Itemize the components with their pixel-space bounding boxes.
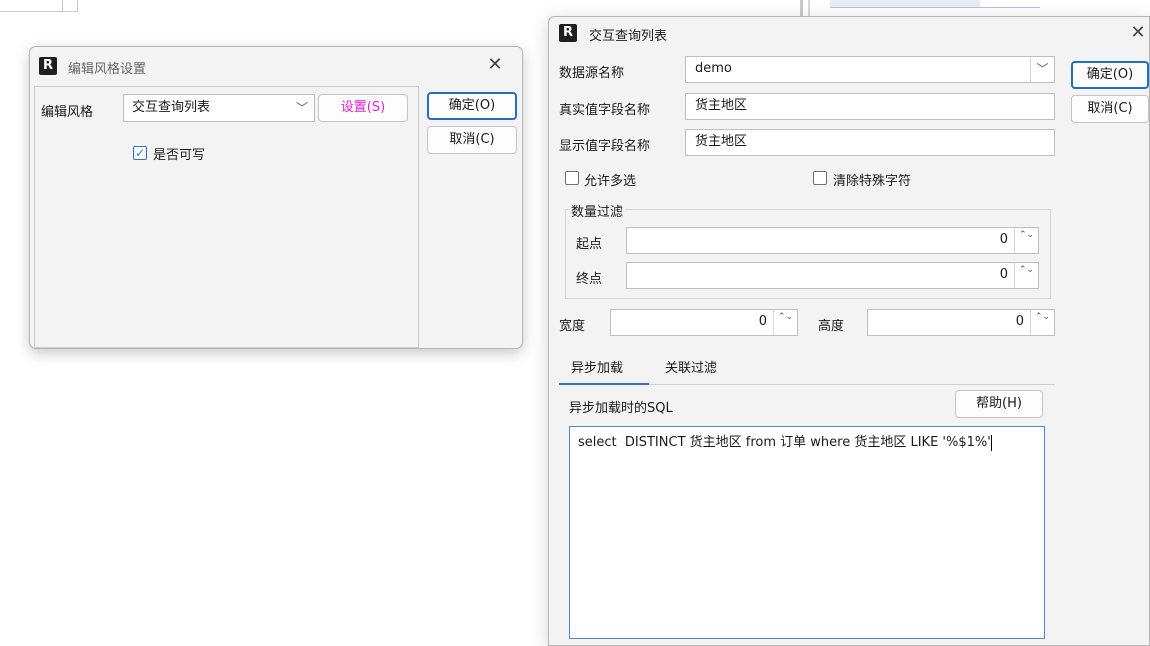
chevron-down-icon: ﹀ <box>295 101 308 115</box>
background-table-cell <box>0 0 78 12</box>
width-value: 0 <box>758 314 767 329</box>
height-label: 高度 <box>818 319 845 334</box>
end-spinbox[interactable]: 0 ⌃⌄ <box>626 262 1039 289</box>
allow-multi-label: 允许多选 <box>584 174 637 189</box>
datasource-value: demo <box>695 61 732 76</box>
display-field-input[interactable]: 货主地区 <box>685 129 1055 156</box>
datasource-select[interactable]: demo ﹀ <box>685 56 1055 83</box>
tab-related-filter[interactable]: 关联过滤 <box>665 357 717 376</box>
close-icon[interactable]: ✕ <box>1126 22 1150 46</box>
style-label: 编辑风格 <box>41 105 94 120</box>
quantity-filter-label: 数量过滤 <box>569 201 626 220</box>
edit-style-dialog: R 编辑风格设置 ✕ 编辑风格 交互查询列表 ﹀ 设置(S) ✓ 是否可写 确定… <box>29 46 523 349</box>
end-label: 终点 <box>576 272 603 287</box>
spin-arrows-icon[interactable]: ⌃⌄ <box>1014 228 1038 253</box>
background-property-cell <box>830 0 980 8</box>
display-field-label: 显示值字段名称 <box>559 139 651 154</box>
query-list-dialog: R 交互查询列表 ✕ 数据源名称 demo ﹀ 真实值字段名称 货主地区 显示值… <box>548 16 1150 646</box>
cancel-button[interactable]: 取消(C) <box>427 126 517 154</box>
width-spinbox[interactable]: 0 ⌃⌄ <box>610 309 798 336</box>
spin-arrows-icon[interactable]: ⌃⌄ <box>773 310 797 335</box>
real-field-label: 真实值字段名称 <box>559 103 651 118</box>
settings-button[interactable]: 设置(S) <box>318 94 408 122</box>
help-button-label: 帮助(H) <box>976 396 1022 411</box>
dialog-title: 编辑风格设置 <box>68 62 147 77</box>
background-divider <box>800 0 803 16</box>
chevron-down-icon: ﹀ <box>1030 57 1054 82</box>
tab-async-load[interactable]: 异步加载 <box>571 357 623 376</box>
ok-button[interactable]: 确定(O) <box>1071 61 1149 89</box>
background-property-value <box>980 0 1040 8</box>
spin-arrows-icon[interactable]: ⌃⌄ <box>1014 263 1038 288</box>
sql-label: 异步加载时的SQL <box>569 401 673 416</box>
style-select-value: 交互查询列表 <box>132 100 211 115</box>
start-value: 0 <box>999 232 1008 247</box>
height-value: 0 <box>1015 314 1024 329</box>
sql-text: select DISTINCT 货主地区 from 订单 where 货主地区 … <box>578 435 991 450</box>
clear-special-checkbox[interactable] <box>813 171 827 185</box>
background-divider <box>808 0 810 16</box>
end-value: 0 <box>999 267 1008 282</box>
text-caret <box>990 434 992 451</box>
style-select[interactable]: 交互查询列表 ﹀ <box>123 94 315 122</box>
close-icon[interactable]: ✕ <box>483 54 507 78</box>
cancel-button[interactable]: 取消(C) <box>1071 95 1149 123</box>
spin-arrows-icon[interactable]: ⌃⌄ <box>1030 310 1054 335</box>
height-spinbox[interactable]: 0 ⌃⌄ <box>867 309 1055 336</box>
dialog-title: 交互查询列表 <box>589 29 668 44</box>
start-label: 起点 <box>576 237 603 252</box>
clear-special-label: 清除特殊字符 <box>833 174 912 189</box>
sql-textarea[interactable]: select DISTINCT 货主地区 from 订单 where 货主地区 … <box>569 426 1045 639</box>
allow-multi-checkbox[interactable] <box>565 171 579 185</box>
writable-checkbox[interactable]: ✓ <box>133 146 147 160</box>
start-spinbox[interactable]: 0 ⌃⌄ <box>626 227 1039 254</box>
ok-button[interactable]: 确定(O) <box>427 92 517 120</box>
writable-label: 是否可写 <box>153 148 206 163</box>
app-icon: R <box>39 57 57 75</box>
app-icon: R <box>559 24 577 42</box>
background-divider <box>62 0 63 12</box>
help-button[interactable]: 帮助(H) <box>955 390 1043 418</box>
datasource-label: 数据源名称 <box>559 66 625 81</box>
width-label: 宽度 <box>559 319 586 334</box>
active-tab-indicator <box>559 383 649 385</box>
style-panel: 编辑风格 交互查询列表 ﹀ 设置(S) ✓ 是否可写 <box>34 86 419 348</box>
real-field-input[interactable]: 货主地区 <box>685 93 1055 120</box>
